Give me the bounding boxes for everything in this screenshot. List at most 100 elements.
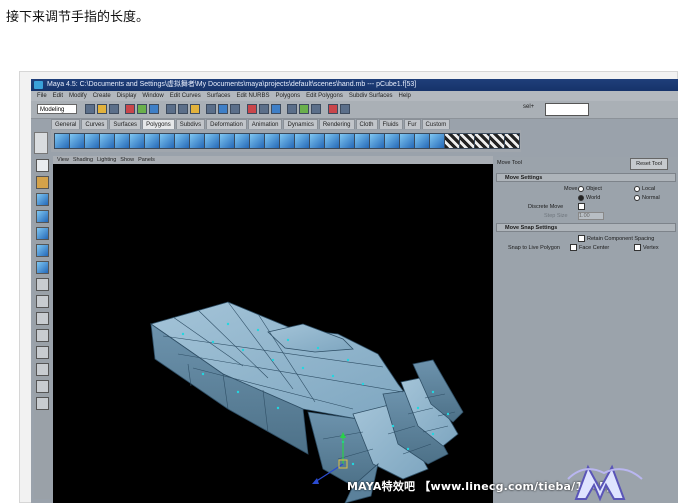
poly-cube-icon[interactable] bbox=[69, 133, 85, 149]
vertex-checkbox[interactable]: Vertex bbox=[634, 244, 659, 252]
menu-modify[interactable]: Modify bbox=[69, 93, 87, 99]
smooth-icon[interactable] bbox=[354, 133, 370, 149]
reset-tool-button[interactable]: Reset Tool bbox=[630, 158, 668, 170]
panel-menu-lighting[interactable]: Lighting bbox=[97, 157, 116, 163]
layout-outliner-icon[interactable] bbox=[36, 346, 49, 359]
select-by-hierarchy-icon[interactable] bbox=[125, 104, 136, 114]
poly-pyramid-icon[interactable] bbox=[159, 133, 175, 149]
poly-torus-icon[interactable] bbox=[129, 133, 145, 149]
menu-create[interactable]: Create bbox=[93, 93, 111, 99]
shelf-tab-dynamics[interactable]: Dynamics bbox=[283, 119, 318, 129]
poly-soccer-icon[interactable] bbox=[204, 133, 220, 149]
extrude-face-icon[interactable] bbox=[264, 133, 280, 149]
panel-menu-view[interactable]: View bbox=[57, 157, 69, 163]
soften-edge-icon[interactable] bbox=[414, 133, 430, 149]
radio-world[interactable]: World bbox=[578, 194, 600, 202]
shelf-tab-surfaces[interactable]: Surfaces bbox=[109, 119, 142, 129]
menu-edit-polygons[interactable]: Edit Polygons bbox=[306, 93, 343, 99]
poly-sphere-icon[interactable] bbox=[54, 133, 70, 149]
face-center-checkbox[interactable]: Face Center bbox=[570, 244, 609, 252]
uv-mask-icon[interactable] bbox=[206, 104, 217, 114]
open-scene-icon[interactable] bbox=[97, 104, 107, 114]
shelf-tab-subdivs[interactable]: Subdivs bbox=[175, 119, 206, 129]
move-tool-icon[interactable] bbox=[36, 193, 49, 206]
render-icon[interactable] bbox=[270, 104, 281, 114]
create-polygon-icon[interactable] bbox=[219, 133, 235, 149]
retain-spacing-checkbox[interactable]: Retain Component Spacing bbox=[578, 235, 654, 243]
face-mask-icon[interactable] bbox=[189, 104, 200, 114]
shelf-tab-cloth[interactable]: Cloth bbox=[355, 119, 378, 129]
spherical-map-icon[interactable] bbox=[474, 133, 490, 149]
triangulate-icon[interactable] bbox=[369, 133, 385, 149]
bevel-icon[interactable] bbox=[294, 133, 310, 149]
new-scene-icon[interactable] bbox=[85, 104, 95, 114]
shelf-tab-curves[interactable]: Curves bbox=[81, 119, 109, 129]
poly-helix-icon[interactable] bbox=[189, 133, 205, 149]
menu-help[interactable]: Help bbox=[399, 93, 411, 99]
menu-edit-nurbs[interactable]: Edit NURBS bbox=[236, 93, 269, 99]
layout-four-icon[interactable] bbox=[36, 312, 49, 325]
separate-icon[interactable] bbox=[339, 133, 355, 149]
show-attr-icon[interactable] bbox=[327, 104, 338, 114]
poly-pipe-icon[interactable] bbox=[174, 133, 190, 149]
planar-map-icon[interactable] bbox=[444, 133, 460, 149]
shelf-tab-general[interactable]: General bbox=[51, 119, 81, 129]
menu-window[interactable]: Window bbox=[142, 93, 163, 99]
radio-local[interactable]: Local bbox=[634, 185, 655, 193]
quick-select-field[interactable]: sel+ bbox=[523, 103, 589, 116]
merge-vertices-icon[interactable] bbox=[309, 133, 325, 149]
poly-cylinder-icon[interactable] bbox=[84, 133, 100, 149]
combine-icon[interactable] bbox=[324, 133, 340, 149]
last-tool-icon[interactable] bbox=[36, 278, 49, 291]
menu-subdiv-surfaces[interactable]: Subdiv Surfaces bbox=[349, 93, 393, 99]
extrude-edge-icon[interactable] bbox=[279, 133, 295, 149]
menu-edit[interactable]: Edit bbox=[53, 93, 63, 99]
menu-polygons[interactable]: Polygons bbox=[275, 93, 300, 99]
hypershade-icon[interactable] bbox=[311, 104, 322, 114]
poly-cone-icon[interactable] bbox=[99, 133, 115, 149]
save-scene-icon[interactable] bbox=[109, 104, 119, 114]
lasso-tool-icon[interactable] bbox=[36, 176, 49, 189]
uv-editor-icon[interactable] bbox=[504, 133, 520, 149]
shelf-tab-polygons[interactable]: Polygons bbox=[142, 119, 175, 129]
select-tool-icon[interactable] bbox=[36, 159, 49, 172]
quick-select-input[interactable] bbox=[545, 103, 589, 116]
shelf-tab-rendering[interactable]: Rendering bbox=[318, 119, 355, 129]
select-by-object-icon[interactable] bbox=[137, 104, 148, 114]
quadrangulate-icon[interactable] bbox=[384, 133, 400, 149]
menu-display[interactable]: Display bbox=[117, 93, 137, 99]
radio-object[interactable]: Object bbox=[578, 185, 602, 193]
layout-single-icon[interactable] bbox=[36, 295, 49, 308]
manipulator-tool-icon[interactable] bbox=[36, 244, 49, 257]
shelf-tab-custom[interactable]: Custom bbox=[421, 119, 451, 129]
edge-mask-icon[interactable] bbox=[177, 104, 188, 114]
menu-edit-curves[interactable]: Edit Curves bbox=[170, 93, 201, 99]
move-settings-header[interactable]: Move Settings bbox=[496, 173, 676, 182]
automatic-map-icon[interactable] bbox=[489, 133, 505, 149]
append-polygon-icon[interactable] bbox=[234, 133, 250, 149]
menu-file[interactable]: File bbox=[37, 93, 47, 99]
ipr-render-icon[interactable] bbox=[287, 104, 298, 114]
layout-side-icon[interactable] bbox=[36, 329, 49, 342]
layout-graph-icon[interactable] bbox=[36, 363, 49, 376]
history-icon[interactable] bbox=[258, 104, 269, 114]
move-snap-settings-header[interactable]: Move Snap Settings bbox=[496, 223, 676, 232]
vertex-mask-icon[interactable] bbox=[165, 104, 176, 114]
reverse-normals-icon[interactable] bbox=[399, 133, 415, 149]
layout-dope-icon[interactable] bbox=[36, 397, 49, 410]
radio-normal[interactable]: Normal bbox=[634, 194, 660, 202]
snap-curve-icon[interactable] bbox=[230, 104, 241, 114]
snap-point-icon[interactable] bbox=[246, 104, 257, 114]
shelf-tab-deformation[interactable]: Deformation bbox=[206, 119, 247, 129]
show-manipulator-tool-icon[interactable] bbox=[36, 261, 49, 274]
discrete-move-checkbox[interactable] bbox=[578, 203, 587, 211]
panel-menu-panels[interactable]: Panels bbox=[138, 157, 155, 163]
poly-prism-icon[interactable] bbox=[144, 133, 160, 149]
step-size-field[interactable]: 1.00 bbox=[578, 212, 604, 220]
panel-menu-show[interactable]: Show bbox=[120, 157, 134, 163]
poly-plane-icon[interactable] bbox=[114, 133, 130, 149]
rotate-tool-icon[interactable] bbox=[36, 210, 49, 223]
snap-grid-icon[interactable] bbox=[218, 104, 229, 114]
shelf-tab-fluids[interactable]: Fluids bbox=[378, 119, 403, 129]
shelf-menu-icon[interactable] bbox=[34, 132, 48, 154]
